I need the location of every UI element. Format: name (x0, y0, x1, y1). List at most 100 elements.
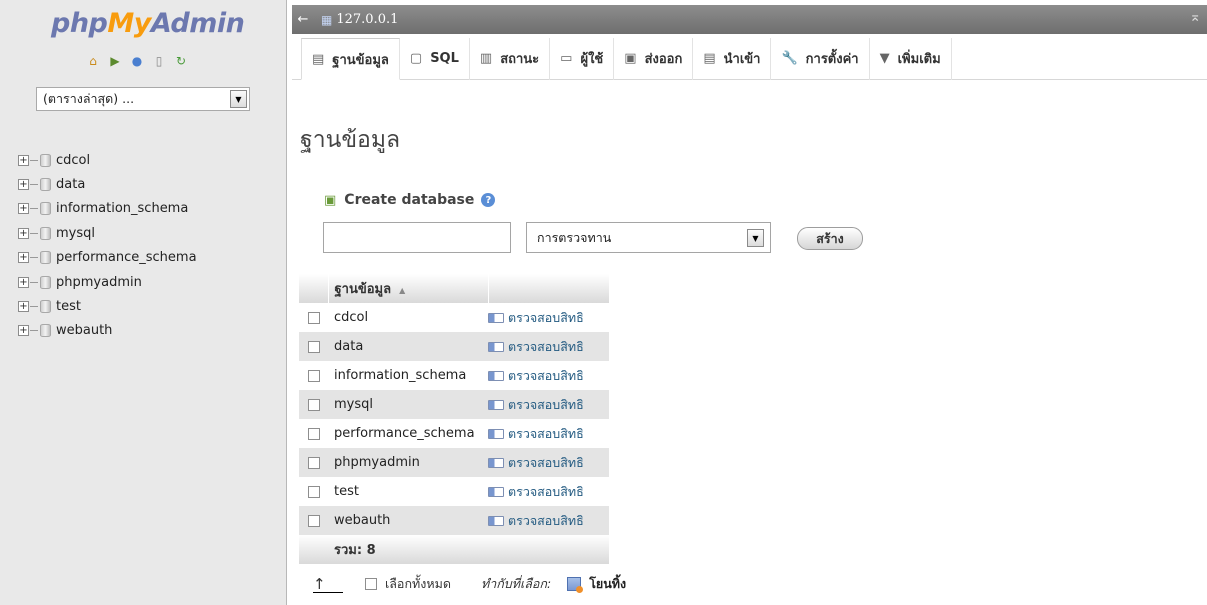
expand-icon[interactable]: + (18, 154, 29, 166)
table-row: performance_schema ตรวจสอบสิทธิ (299, 419, 609, 448)
nav-database-item[interactable]: + webauth (18, 319, 197, 343)
row-checkbox[interactable] (307, 514, 320, 527)
docs-icon[interactable]: ▯ (151, 53, 167, 69)
row-checkbox[interactable] (307, 456, 320, 469)
table-row: data ตรวจสอบสิทธิ (299, 332, 609, 361)
database-name-link[interactable]: mysql (328, 390, 488, 419)
nav-database-item[interactable]: + data (18, 172, 197, 196)
tab-export[interactable]: ▣ ส่งออก (614, 37, 694, 80)
dropdown-arrow-icon[interactable]: ▼ (747, 229, 764, 247)
sort-ascending-icon: ▲ (399, 286, 406, 295)
nav-database-item[interactable]: + information_schema (18, 197, 197, 221)
expand-icon[interactable]: + (18, 252, 29, 264)
database-name-input[interactable] (323, 222, 511, 253)
nav-database-item[interactable]: + cdcol (18, 148, 197, 172)
nav-database-item[interactable]: + test (18, 294, 197, 318)
tab-wrench[interactable]: 🔧 การตั้งค่า (771, 37, 870, 80)
logout-icon[interactable]: ▶ (107, 53, 123, 69)
dropdown-arrow-icon[interactable]: ▼ (230, 90, 247, 108)
check-privileges-link[interactable]: ตรวจสอบสิทธิ (488, 337, 609, 357)
nav-database-name[interactable]: phpmyadmin (56, 275, 142, 290)
check-privileges-link[interactable]: ตรวจสอบสิทธิ (488, 424, 609, 444)
phpmyadmin-logo[interactable]: phpMyAdmin (51, 8, 245, 48)
tab-label: SQL (430, 51, 459, 66)
database-name-link[interactable]: phpmyadmin (328, 448, 488, 477)
help-icon[interactable]: ? (481, 193, 496, 207)
tab-status[interactable]: ▥ สถานะ (470, 37, 551, 80)
check-privileges-link[interactable]: ตรวจสอบสิทธิ (488, 453, 609, 473)
back-arrow-icon[interactable]: ← (292, 12, 314, 27)
table-row: test ตรวจสอบสิทธิ (299, 477, 609, 506)
collation-select[interactable]: การตรวจทาน ▼ (526, 222, 771, 253)
nav-database-name[interactable]: information_schema (56, 201, 188, 216)
check-privileges-link[interactable]: ตรวจสอบสิทธิ (488, 366, 609, 386)
table-row: information_schema ตรวจสอบสิทธิ (299, 361, 609, 390)
database-tree: + cdcol + data + information_schema + mysql + per… (18, 148, 197, 343)
tab-sql[interactable]: ▢ SQL (400, 37, 470, 80)
database-name-link[interactable]: information_schema (328, 361, 488, 390)
nav-database-item[interactable]: + performance_schema (18, 246, 197, 270)
expand-icon[interactable]: + (18, 203, 29, 215)
nav-database-item[interactable]: + mysql (18, 221, 197, 245)
create-button[interactable]: สร้าง (797, 227, 863, 250)
database-name-link[interactable]: data (328, 332, 488, 361)
tab-chevron-down[interactable]: ▼ เพิ่มเติม (870, 37, 952, 80)
expand-icon[interactable]: + (18, 301, 29, 313)
table-header-row: ฐานข้อมูล ▲ (299, 274, 610, 303)
drop-button[interactable]: โยนทิ้ง (589, 574, 626, 594)
database-icon: ▤ (312, 51, 325, 67)
expand-icon[interactable]: + (18, 227, 29, 239)
nav-database-name[interactable]: webauth (56, 323, 112, 338)
expand-icon[interactable]: + (18, 179, 29, 191)
table-row: phpmyadmin ตรวจสอบสิทธิ (299, 448, 609, 477)
nav-database-item[interactable]: + phpmyadmin (18, 270, 197, 294)
database-name-link[interactable]: test (328, 477, 488, 506)
tab-users[interactable]: ▭ ผู้ใช้ (550, 37, 615, 80)
database-column-header[interactable]: ฐานข้อมูล ▲ (328, 274, 489, 303)
create-database-heading: ▣ Create database ? (324, 192, 496, 208)
home-icon[interactable]: ⌂ (85, 53, 101, 69)
nav-database-name[interactable]: cdcol (56, 153, 90, 168)
server-icon: ▦ (321, 12, 333, 27)
help-icon[interactable]: ● (129, 53, 145, 69)
drop-icon[interactable] (567, 577, 584, 593)
server-link[interactable]: 127.0.0.1 (336, 12, 398, 27)
check-privileges-link[interactable]: ตรวจสอบสิทธิ (488, 482, 609, 502)
privileges-icon (488, 428, 504, 439)
recent-tables-value: (ตารางล่าสุด) ... (43, 91, 135, 106)
row-checkbox[interactable] (307, 311, 320, 324)
table-footer-row: รวม: 8 (299, 535, 609, 564)
tab-database[interactable]: ▤ ฐานข้อมูล (301, 38, 400, 80)
sql-icon: ▢ (409, 51, 423, 66)
reload-icon[interactable]: ↻ (173, 53, 189, 69)
status-icon: ▥ (479, 51, 493, 66)
database-icon (40, 178, 51, 192)
nav-database-name[interactable]: test (56, 299, 81, 314)
privileges-icon (488, 457, 504, 468)
row-checkbox[interactable] (307, 398, 320, 411)
expand-icon[interactable]: + (18, 325, 29, 337)
database-name-link[interactable]: webauth (328, 506, 488, 535)
recent-tables-select[interactable]: (ตารางล่าสุด) ... ▼ (36, 87, 250, 111)
database-icon (40, 202, 51, 216)
expand-icon[interactable]: + (18, 276, 29, 288)
row-checkbox[interactable] (307, 340, 320, 353)
check-all-label[interactable]: เลือกทั้งหมด (385, 574, 451, 594)
check-privileges-link[interactable]: ตรวจสอบสิทธิ (488, 308, 609, 328)
privileges-icon (488, 486, 504, 497)
nav-database-name[interactable]: mysql (56, 226, 95, 241)
tab-label: เพิ่มเติม (897, 52, 941, 67)
database-icon (40, 251, 51, 265)
database-name-link[interactable]: cdcol (328, 303, 488, 332)
check-privileges-link[interactable]: ตรวจสอบสิทธิ (488, 511, 609, 531)
database-name-link[interactable]: performance_schema (328, 419, 488, 448)
tab-import[interactable]: ▤ นำเข้า (693, 37, 772, 80)
row-checkbox[interactable] (307, 369, 320, 382)
nav-database-name[interactable]: performance_schema (56, 250, 197, 265)
nav-database-name[interactable]: data (56, 177, 85, 192)
collapse-icon[interactable]: ⌅ (1189, 9, 1201, 25)
check-all-checkbox[interactable] (365, 578, 377, 590)
row-checkbox[interactable] (307, 427, 320, 440)
row-checkbox[interactable] (307, 485, 320, 498)
check-privileges-link[interactable]: ตรวจสอบสิทธิ (488, 395, 609, 415)
